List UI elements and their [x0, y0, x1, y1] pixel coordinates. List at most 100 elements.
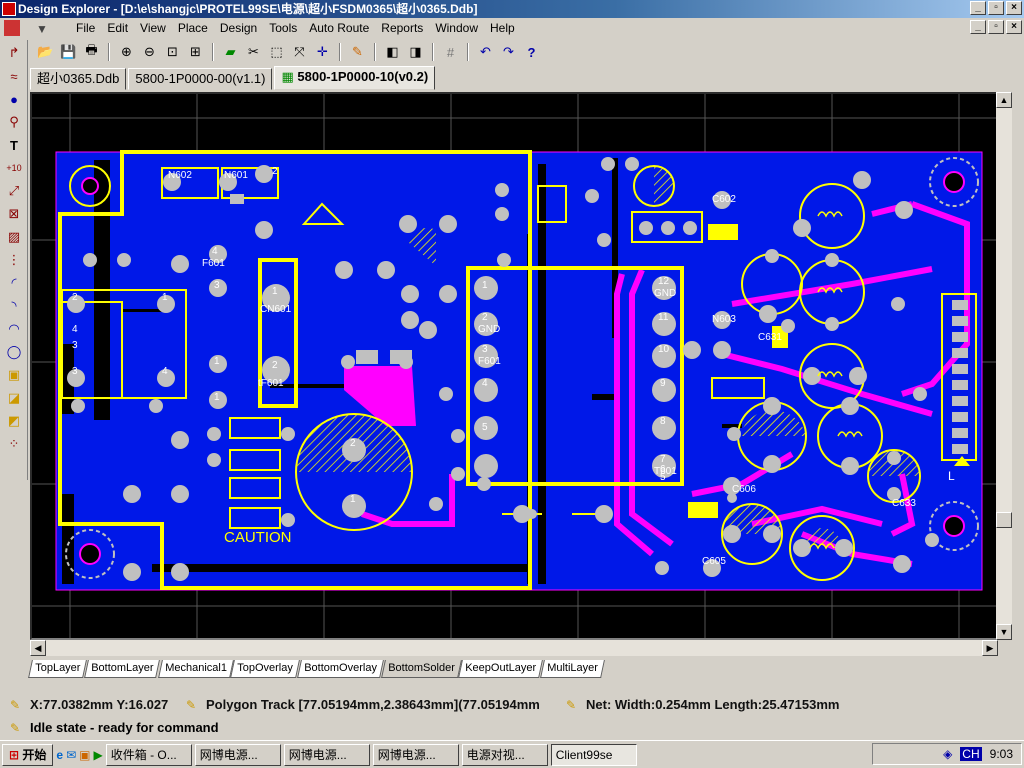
layer-tab-keepout[interactable]: KeepOutLayer [458, 660, 544, 678]
svg-text:C633: C633 [892, 498, 916, 509]
task-web-3[interactable]: 网博电源... [372, 743, 459, 766]
layer-tab-keepout-label: KeepOutLayer [465, 662, 537, 674]
layer-tab-top[interactable]: TopLayer [28, 660, 88, 678]
tab-pcb-v11[interactable]: 5800-1P0000-00(v1.1) [128, 68, 273, 90]
menu-edit[interactable]: Edit [101, 21, 134, 35]
svg-text:C602: C602 [712, 194, 736, 205]
vertical-scrollbar[interactable]: ▲ ▼ [996, 92, 1012, 640]
task-web-2[interactable]: 网博电源... [283, 743, 370, 766]
close-button[interactable]: × [1006, 1, 1022, 15]
grid-icon[interactable]: # [441, 43, 460, 62]
tab-pcb-v02[interactable]: ▦ 5800-1P0000-10(v0.2) [274, 66, 436, 90]
vertical-scroll-thumb[interactable] [996, 512, 1012, 528]
scroll-left-button[interactable]: ◀ [30, 640, 46, 656]
library-browse-icon[interactable]: ◨ [406, 43, 425, 62]
deselect-icon[interactable]: ⤧ [290, 43, 309, 62]
zoom-fit-icon[interactable]: ⊡ [163, 43, 182, 62]
zoom-out-icon[interactable]: ⊖ [140, 43, 159, 62]
dropdown-arrow-icon[interactable]: ▼ [36, 22, 48, 36]
tab-ddb[interactable]: 超小0365.Ddb [30, 68, 127, 90]
layer-tab-bottom-overlay-label: BottomOverlay [304, 662, 378, 674]
ie-icon[interactable]: e [56, 748, 63, 762]
app-icon [2, 2, 16, 16]
cut-icon[interactable]: ✂ [244, 43, 263, 62]
track-icon[interactable]: ↱ [4, 43, 24, 63]
placement-toolbar: ↱ ≈ ● ⚲ T +10 ⤢ ⊠ ▨ ⋮ ◜ ◝ ◠ ◯ ▣ ◪ ◩ ⁘ [0, 40, 28, 480]
restore-button[interactable]: ▫ [988, 1, 1004, 15]
room-icon[interactable]: ◩ [4, 411, 24, 431]
redo-icon[interactable]: ↷ [499, 43, 518, 62]
task-power[interactable]: 电源对视... [461, 743, 548, 766]
split-plane-icon[interactable]: ◪ [4, 388, 24, 408]
pad-icon[interactable]: ● [4, 89, 24, 109]
move-icon[interactable]: ✛ [313, 43, 332, 62]
layer-tab-bottom-overlay[interactable]: BottomOverlay [297, 660, 384, 678]
menu-view[interactable]: View [134, 21, 172, 35]
horizontal-scrollbar[interactable]: ◀ ▶ [30, 640, 998, 656]
circle-icon[interactable]: ◯ [4, 342, 24, 362]
language-indicator[interactable]: CH [960, 747, 982, 761]
menu-file[interactable]: File [70, 21, 101, 35]
menu-window[interactable]: Window [429, 21, 484, 35]
menu-design[interactable]: Design [214, 21, 263, 35]
layer-tab-multi[interactable]: MultiLayer [540, 660, 606, 678]
help-icon[interactable]: ? [522, 43, 541, 62]
scroll-down-button[interactable]: ▼ [996, 624, 1012, 640]
layer-tab-bottom[interactable]: BottomLayer [84, 660, 161, 678]
task-inbox[interactable]: 收件箱 - O... [105, 743, 192, 766]
pcb-canvas[interactable]: N602 N601 2 4 F601 311 213 4 1 CN601 2 tF601 2 … [30, 92, 1012, 640]
array-icon[interactable]: ⁘ [4, 434, 24, 454]
open-icon[interactable]: 📂 [36, 43, 55, 62]
task-client99se[interactable]: Client99se [550, 743, 637, 766]
layer-tab-bottom-solder[interactable]: BottomSolder [380, 660, 462, 678]
line-icon[interactable]: ≈ [4, 66, 24, 86]
text-icon[interactable]: T [4, 135, 24, 155]
menu-place[interactable]: Place [172, 21, 214, 35]
start-button[interactable]: ⊞ 开始 [2, 743, 54, 766]
doc-close-button[interactable]: × [1006, 20, 1022, 34]
zoom-area-icon[interactable]: ⊞ [186, 43, 205, 62]
browse-icon[interactable]: ▰ [221, 43, 240, 62]
select-icon[interactable]: ⬚ [267, 43, 286, 62]
arc-edge-icon[interactable]: ◝ [4, 296, 24, 316]
doc-restore-button[interactable]: ▫ [988, 20, 1004, 34]
layer-tab-mechanical-label: Mechanical1 [164, 662, 227, 674]
coordinate-icon[interactable]: +10 [4, 158, 24, 178]
save-icon[interactable]: 💾 [59, 43, 78, 62]
menu-help[interactable]: Help [484, 21, 521, 35]
arc-center-icon[interactable]: ◜ [4, 273, 24, 293]
scroll-right-button[interactable]: ▶ [982, 640, 998, 656]
menu-auto-route[interactable]: Auto Route [303, 21, 375, 35]
svg-text:8: 8 [660, 416, 666, 427]
arc-any-icon[interactable]: ◠ [4, 319, 24, 339]
undo-icon[interactable]: ↶ [476, 43, 495, 62]
task-web-1[interactable]: 网博电源... [194, 743, 281, 766]
scroll-up-button[interactable]: ▲ [996, 92, 1012, 108]
zoom-in-icon[interactable]: ⊕ [117, 43, 136, 62]
outlook-icon[interactable]: ✉ [66, 748, 76, 762]
dimension-icon[interactable]: ⤢ [4, 181, 24, 201]
media-icon[interactable]: ▶ [94, 748, 103, 762]
desktop-icon[interactable]: ▣ [79, 748, 90, 762]
print-icon[interactable]: 🖶 [82, 42, 101, 62]
wizard-icon[interactable]: ✎ [348, 43, 367, 62]
layer-tabs: TopLayer BottomLayer Mechanical1 TopOver… [28, 660, 606, 678]
polygon-icon[interactable]: ▣ [4, 365, 24, 385]
app-menu-icon[interactable] [4, 20, 20, 36]
via-icon[interactable]: ⚲ [4, 112, 24, 132]
library-icon[interactable]: ◧ [383, 43, 402, 62]
svg-text:2: 2 [350, 438, 356, 449]
doc-minimize-button[interactable]: _ [970, 20, 986, 34]
menu-tools[interactable]: Tools [263, 21, 303, 35]
layer-tab-top-overlay[interactable]: TopOverlay [230, 660, 300, 678]
keepout-icon[interactable]: ⋮ [4, 250, 24, 270]
menu-reports[interactable]: Reports [375, 21, 429, 35]
component-icon[interactable]: ⊠ [4, 204, 24, 224]
layer-tab-mechanical[interactable]: Mechanical1 [157, 660, 234, 678]
network-icon[interactable]: ◈ [943, 747, 952, 761]
minimize-button[interactable]: _ [970, 1, 986, 15]
caution-label: CAUTION [224, 529, 292, 546]
connector-label: L [948, 469, 955, 483]
status-net: Net: Width:0.254mm Length:25.47153mm [586, 696, 840, 712]
fill-icon[interactable]: ▨ [4, 227, 24, 247]
